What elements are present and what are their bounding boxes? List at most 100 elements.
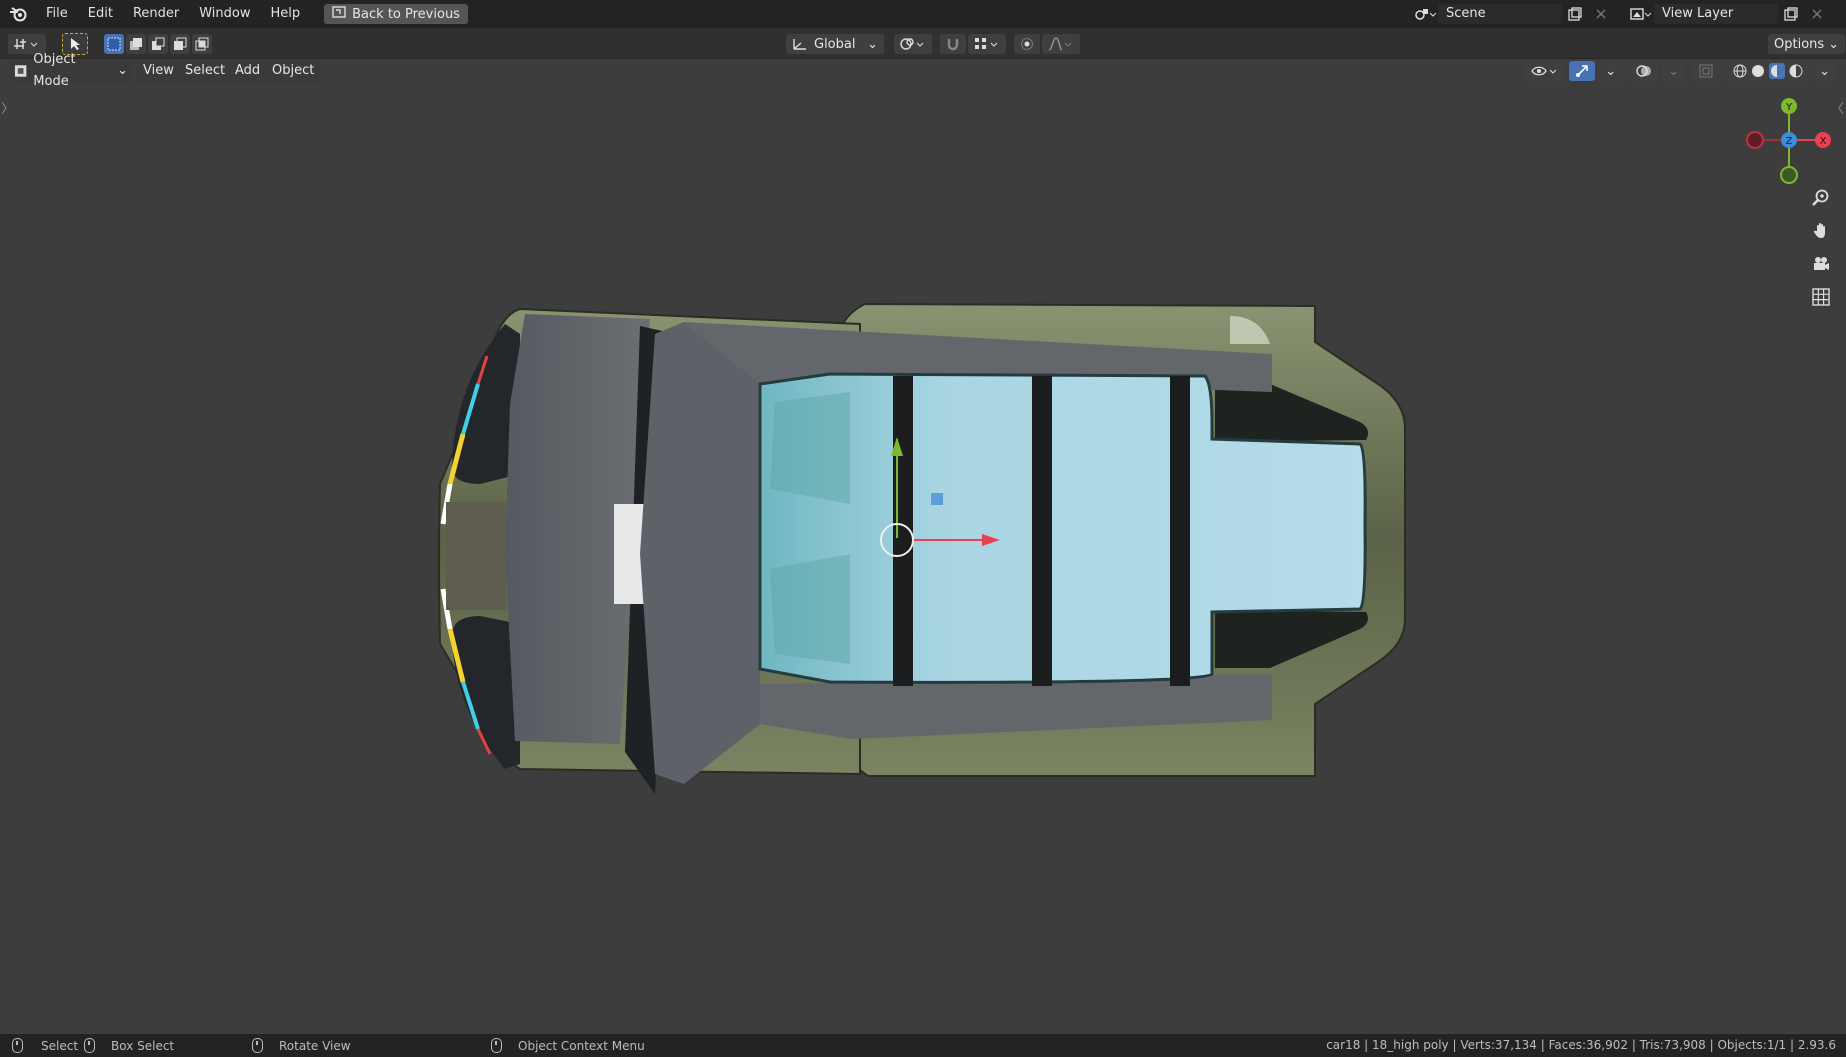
overlays-dropdown[interactable]: ⌄: [1662, 61, 1686, 81]
xray-icon: [1699, 64, 1713, 78]
menu-object[interactable]: Object: [265, 60, 322, 82]
tool-header: Global ⌄ Options ⌄: [0, 28, 1846, 59]
chevron-down-icon: ⌄: [1668, 63, 1680, 79]
transform-orientation-label: Global: [814, 36, 856, 52]
menu-add[interactable]: Add: [228, 60, 268, 82]
delete-scene-icon[interactable]: [1588, 4, 1614, 24]
mid-panel: [640, 322, 760, 784]
select-mode-subtract-button[interactable]: [148, 34, 168, 54]
delete-view-layer-icon[interactable]: [1804, 4, 1830, 24]
back-to-previous-button[interactable]: Back to Previous: [324, 4, 468, 24]
select-mode-invert-button[interactable]: [170, 34, 190, 54]
status-select-hint: Select: [12, 1034, 78, 1057]
options-label: Options: [1774, 36, 1825, 52]
select-extend-icon: [130, 38, 142, 50]
menu-render[interactable]: Render: [123, 0, 189, 28]
select-intersect-icon: [195, 37, 209, 51]
snap-grid-icon: [975, 38, 998, 49]
menu-edit[interactable]: Edit: [78, 0, 123, 28]
view-layer-selector[interactable]: View Layer: [1628, 3, 1830, 25]
menu-file[interactable]: File: [36, 0, 78, 28]
scene-selector[interactable]: Scene: [1412, 3, 1614, 25]
snap-toggle[interactable]: [940, 34, 966, 54]
top-bar: File Edit Render Window Help Back to Pre…: [0, 0, 1846, 28]
show-overlays-toggle[interactable]: [1630, 61, 1659, 81]
snap-target-dropdown[interactable]: [968, 34, 1006, 54]
back-to-previous-label: Back to Previous: [352, 6, 460, 22]
object-mode-icon: [14, 65, 27, 77]
material-preview-icon[interactable]: [1769, 63, 1786, 79]
gizmo-dropdown[interactable]: ⌄: [1599, 61, 1623, 81]
xray-toggle[interactable]: [1693, 61, 1720, 81]
transform-orientation-dropdown[interactable]: Global ⌄: [786, 34, 884, 54]
blender-logo-icon[interactable]: [0, 0, 36, 28]
menu-view[interactable]: View: [136, 60, 181, 82]
scene-icon[interactable]: [1412, 4, 1438, 24]
viewport-header: Object Mode ⌄ View Select Add Object ⌄ ⌄…: [0, 52, 1846, 89]
object-visibility-dropdown[interactable]: [1525, 61, 1566, 81]
pivot-point-icon: [900, 38, 924, 50]
status-context-menu-hint: Object Context Menu: [491, 1034, 645, 1057]
shading-dropdown[interactable]: ⌄: [1813, 61, 1836, 81]
status-rotate-label: Rotate View: [279, 1038, 351, 1053]
back-window-icon: [332, 6, 346, 22]
glass-reflection-bottom: [770, 554, 850, 664]
orthographic-grid-icon[interactable]: [1807, 283, 1835, 311]
overlays-icon: [1636, 65, 1652, 77]
show-gizmo-toggle[interactable]: [1569, 61, 1596, 81]
menu-select[interactable]: Select: [178, 60, 233, 82]
3d-viewport[interactable]: Y Z X: [0, 84, 1846, 1034]
interaction-mode-dropdown[interactable]: Object Mode ⌄: [10, 52, 132, 89]
rendered-shading-icon[interactable]: [1789, 64, 1803, 78]
gizmo-x-label: X: [1820, 136, 1827, 147]
menu-help[interactable]: Help: [261, 0, 311, 28]
proportional-editing-toggle[interactable]: [1014, 34, 1040, 54]
select-subtract-icon: [152, 37, 165, 50]
chevron-down-icon: ⌄: [117, 63, 128, 78]
gizmo-y-label: Y: [1785, 102, 1793, 113]
gizmo-icon: [1576, 65, 1589, 77]
glass-reflection-top: [770, 392, 850, 504]
gizmo-z-label: Z: [1786, 136, 1793, 147]
navigation-gizmo[interactable]: Y Z X: [1746, 98, 1831, 184]
proportional-edit-icon: [1021, 38, 1033, 50]
select-mode-intersect-button[interactable]: [192, 34, 212, 54]
select-invert-icon: [174, 37, 187, 50]
roof-bar-2: [1032, 376, 1052, 686]
status-context-menu-label: Object Context Menu: [518, 1038, 645, 1053]
camera-view-icon[interactable]: [1807, 250, 1835, 278]
viewport-canvas[interactable]: Y Z X: [0, 84, 1846, 1034]
solid-shading-icon[interactable]: [1751, 64, 1765, 78]
view-layer-icon[interactable]: [1628, 4, 1654, 24]
toolbar-expand-icon[interactable]: [1, 101, 7, 115]
viewport-display-controls: ⌄ ⌄ ⌄: [1525, 60, 1836, 82]
roof-bar-3: [1170, 376, 1190, 686]
falloff-curve-icon: [1048, 37, 1072, 51]
car-model[interactable]: [438, 302, 1406, 794]
mouse-middle-icon: [252, 1038, 263, 1053]
shading-mode-group[interactable]: [1727, 61, 1810, 81]
menu-window[interactable]: Window: [189, 0, 260, 28]
mouse-drag-icon: [84, 1038, 95, 1053]
select-mode-extend-button[interactable]: [126, 34, 146, 54]
status-select-label: Select: [41, 1038, 79, 1053]
xy-plane-handle[interactable]: [931, 493, 943, 505]
new-scene-icon[interactable]: [1562, 4, 1588, 24]
view-layer-name-field[interactable]: View Layer: [1654, 4, 1778, 24]
options-dropdown[interactable]: Options ⌄: [1768, 34, 1846, 54]
status-bar: Select Box Select Rotate View Object Con…: [0, 1034, 1846, 1057]
scene-name-field[interactable]: Scene: [1438, 4, 1562, 24]
mouse-left-icon: [12, 1038, 23, 1053]
mouse-right-icon: [491, 1038, 502, 1053]
wireframe-shading-icon[interactable]: [1733, 64, 1747, 78]
proportional-falloff-dropdown[interactable]: [1042, 34, 1080, 54]
pan-hand-icon[interactable]: [1807, 217, 1835, 245]
pivot-point-dropdown[interactable]: [894, 34, 932, 54]
magnet-icon: [947, 39, 959, 51]
new-view-layer-icon[interactable]: [1778, 4, 1804, 24]
gizmo-x-negative[interactable]: [1746, 131, 1764, 149]
orientation-axes-icon: [793, 39, 806, 50]
zoom-icon[interactable]: [1807, 184, 1835, 212]
sidebar-expand-icon[interactable]: [1838, 101, 1844, 115]
gizmo-y-negative[interactable]: [1780, 166, 1798, 184]
